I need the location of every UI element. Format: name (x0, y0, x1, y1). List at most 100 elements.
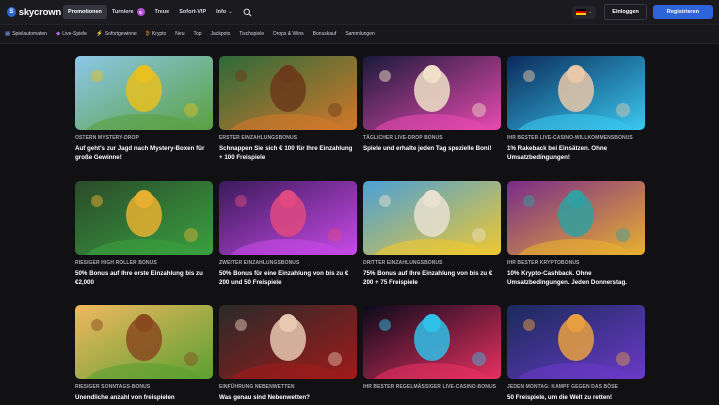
promo-title: 50% Bonus für eine Einzahlung von bis zu… (219, 270, 349, 286)
category-top[interactable]: Top (193, 31, 201, 37)
promo-category: IHR BESTER KRYPTOBONUS (507, 260, 580, 266)
brand-logo[interactable]: S skycrown (7, 7, 61, 18)
promo-image (507, 181, 645, 255)
promo-artwork (75, 56, 213, 130)
lightning-icon: ⚡ (95, 31, 103, 37)
promo-card[interactable]: DRITTER EINZAHLUNGSBONUS 75% Bonus auf I… (363, 181, 501, 287)
logo-mark-icon: S (7, 7, 16, 17)
category-slots[interactable]: ▦ Spielautomaten (5, 31, 47, 37)
promo-category: EINFÜHRUNG NEBENWETTEN (219, 384, 295, 390)
promo-title: Was genau sind Nebenwetten? (219, 394, 310, 401)
promo-card[interactable]: RIESIGER HIGH ROLLER BONUS 50% Bonus auf… (75, 181, 213, 287)
promo-image (219, 56, 357, 130)
promo-card[interactable]: IHR BESTER KRYPTOBONUS 10% Krypto-Cashba… (507, 181, 645, 287)
category-bar: ▦ Spielautomaten ◆ Live-Spiele ⚡ Sofortgewi… (0, 24, 719, 44)
flag-de-icon (576, 8, 587, 16)
category-label: Sofortgewinne (104, 31, 137, 37)
category-label: Bonuskauf (312, 31, 337, 37)
category-live[interactable]: ◆ Live-Spiele (56, 31, 87, 37)
promo-card[interactable]: ERSTER EINZAHLUNGSBONUS Schnappen Sie si… (219, 56, 357, 162)
promo-artwork (219, 305, 357, 379)
brand-name: skycrown (18, 6, 61, 18)
promo-card[interactable]: IHR BESTER LIVE-CASINO-WILLKOMMENSBONUS … (507, 56, 645, 162)
promo-card[interactable]: JEDEN MONTAG: KAMPF GEGEN DAS BÖSE 50 Fr… (507, 305, 645, 402)
crypto-icon: ₿ (145, 31, 150, 37)
nav-tournaments-label: Turniere (111, 9, 134, 15)
category-crypto[interactable]: ₿ Krypto (146, 31, 167, 37)
chevron-down-icon: ⌄ (588, 9, 593, 15)
promo-title: Auf geht's zur Jagd nach Mystery-Boxen f… (75, 145, 205, 161)
category-bonus-buy[interactable]: Bonuskauf (313, 31, 337, 37)
language-selector[interactable]: ⌄ (572, 5, 597, 19)
login-button[interactable]: Einloggen (604, 4, 647, 20)
category-label: Jackpots (210, 31, 231, 37)
promo-category: IHR BESTER LIVE-CASINO-WILLKOMMENSBONUS (507, 135, 633, 141)
nav-promotions-label: Promotionen (68, 9, 102, 15)
promo-title: 50 Freispiele, um die Welt zu retten! (507, 394, 613, 401)
register-button[interactable]: Registrieren (652, 5, 713, 19)
nav-instant-vip[interactable]: Sofort-VIP (174, 5, 211, 19)
top-header: S skycrown Promotionen Turniere 5 Treue S… (0, 0, 719, 24)
promo-image (507, 56, 645, 130)
nav-loyalty[interactable]: Treue (150, 5, 175, 19)
promo-card[interactable]: IHR BESTER REGELMÄSSIGER LIVE-CASINO-BON… (363, 305, 501, 393)
category-drops-wins[interactable]: Drops & Wins (273, 31, 304, 37)
category-label: Spielautomaten (12, 31, 47, 37)
nav-instant-vip-label: Sofort-VIP (179, 9, 207, 15)
nav-tournaments[interactable]: Turniere 5 (107, 4, 150, 20)
category-label: Neu (175, 31, 185, 37)
promo-category: ZWEITER EINZAHLUNGSBONUS (219, 260, 300, 266)
promo-card[interactable]: EINFÜHRUNG NEBENWETTEN Was genau sind Ne… (219, 305, 357, 402)
promo-image (219, 181, 357, 255)
promo-image (219, 305, 357, 379)
promo-image (363, 181, 501, 255)
category-label: Sammlungen (345, 31, 375, 37)
live-icon: ◆ (55, 31, 61, 37)
category-label: Krypto (151, 31, 167, 37)
promo-artwork (219, 181, 357, 255)
nav-info-label: Info (216, 9, 227, 15)
promo-card[interactable]: OSTERN MYSTERY-DROP Auf geht's zur Jagd … (75, 56, 213, 162)
category-label: Top (193, 31, 202, 37)
promo-artwork (507, 56, 645, 130)
promo-artwork (219, 56, 357, 130)
promo-category: ERSTER EINZAHLUNGSBONUS (219, 135, 298, 141)
promo-artwork (507, 181, 645, 255)
promo-image (507, 305, 645, 379)
promo-card[interactable]: TÄGLICHER LIVE-DROP BONUS Spiele und erh… (363, 56, 501, 153)
promo-title: Spiele und erhalte jeden Tag spezielle B… (363, 145, 492, 152)
category-new[interactable]: Neu (175, 31, 184, 37)
category-label: Tischspiele (239, 31, 265, 37)
category-table-games[interactable]: Tischspiele (239, 31, 264, 37)
nav-loyalty-label: Treue (154, 9, 170, 15)
category-jackpots[interactable]: Jackpots (211, 31, 231, 37)
promo-artwork (363, 56, 501, 130)
promo-image (363, 56, 501, 130)
promo-category: RIESIGER HIGH ROLLER BONUS (75, 260, 157, 266)
tournaments-count-badge: 5 (136, 8, 145, 16)
promo-artwork (507, 305, 645, 379)
chevron-down-icon: ⌄ (228, 9, 233, 15)
promo-image (75, 305, 213, 379)
category-instant[interactable]: ⚡ Sofortgewinne (96, 31, 137, 37)
promo-category: RIESIGER SONNTAGS-BONUS (75, 384, 151, 390)
promo-image (75, 181, 213, 255)
nav-promotions[interactable]: Promotionen (63, 5, 107, 19)
category-label: Drops & Wins (273, 31, 304, 37)
promo-image (363, 305, 501, 379)
nav-info[interactable]: Info ⌄ (211, 5, 237, 19)
promo-card[interactable]: RIESIGER SONNTAGS-BONUS Unendliche anzah… (75, 305, 213, 402)
promo-title: Schnappen Sie sich € 100 für Ihre Einzah… (219, 145, 353, 161)
promo-artwork (363, 305, 501, 379)
main-nav: Promotionen Turniere 5 Treue Sofort-VIP I… (63, 4, 252, 20)
slot-icon: ▦ (5, 31, 11, 37)
search-icon[interactable] (243, 8, 252, 17)
category-label: Live-Spiele (62, 31, 87, 37)
promo-card[interactable]: ZWEITER EINZAHLUNGSBONUS 50% Bonus für e… (219, 181, 357, 287)
promo-category: OSTERN MYSTERY-DROP (75, 135, 139, 141)
promo-image (75, 56, 213, 130)
promo-category: DRITTER EINZAHLUNGSBONUS (363, 260, 443, 266)
promo-title: Unendliche anzahl von freispielen (75, 394, 175, 401)
promo-artwork (363, 181, 501, 255)
category-collections[interactable]: Sammlungen (345, 31, 374, 37)
